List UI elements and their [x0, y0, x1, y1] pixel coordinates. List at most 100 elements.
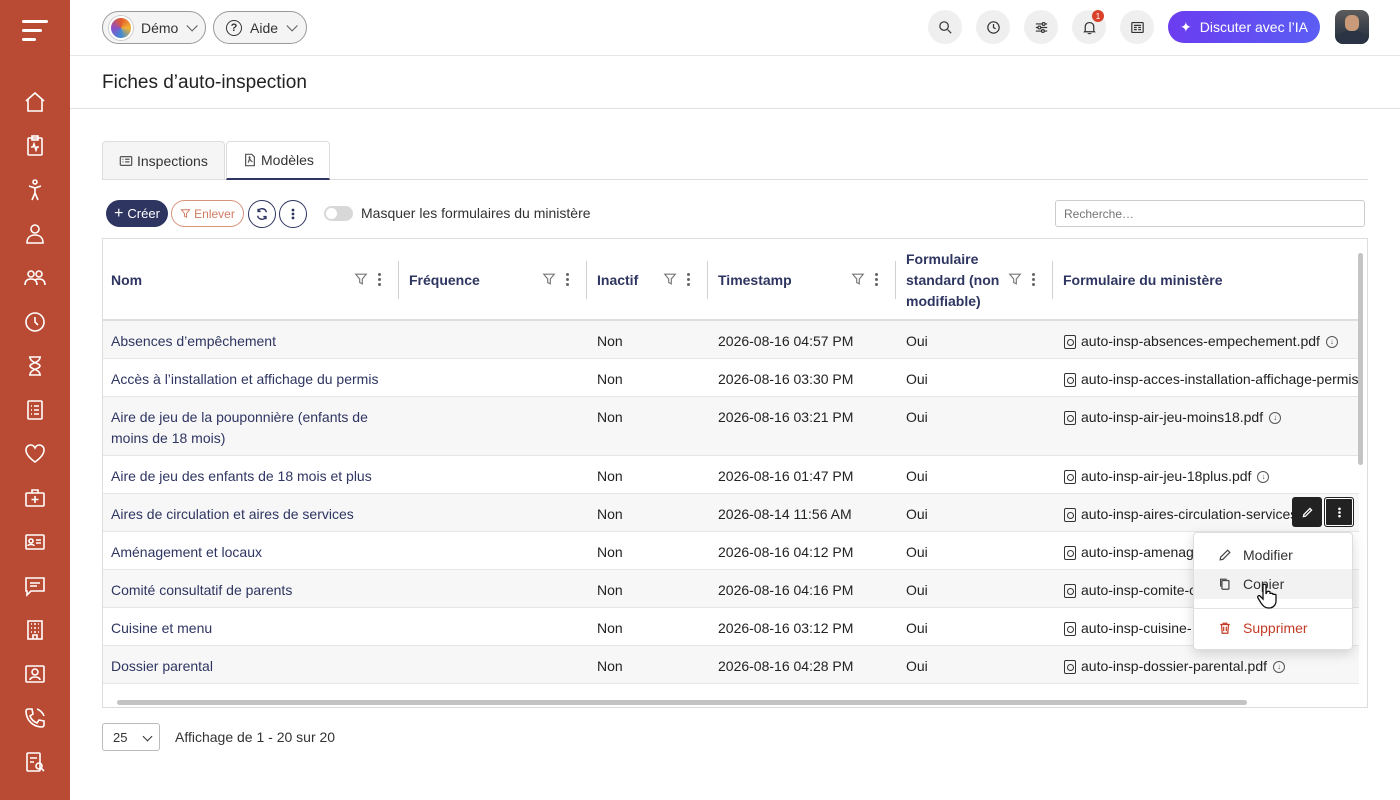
help-menu[interactable]: ? Aide [213, 11, 307, 44]
table-row[interactable]: Cuisine et menu Non 2026-08-16 03:12 PM … [103, 608, 1359, 646]
table-row[interactable]: Absences d’empêchement Non 2026-08-16 04… [103, 321, 1359, 359]
cell-name[interactable]: Cuisine et menu [111, 618, 411, 639]
vertical-scrollbar[interactable] [1358, 253, 1363, 465]
horizontal-scrollbar[interactable] [117, 700, 1247, 705]
column-header-timestamp[interactable]: Timestamp [718, 239, 792, 321]
tab-inspections[interactable]: Inspections [102, 141, 225, 179]
cell-ministry-file[interactable]: auto-insp-comite-c [1064, 580, 1196, 601]
column-menu-icon[interactable] [1031, 272, 1035, 286]
menu-item-edit[interactable]: Modifier [1194, 540, 1352, 570]
file-name: auto-insp-aires-circulation-services [1081, 506, 1298, 522]
cell-ministry-file[interactable]: auto-insp-absences-empechement.pdf ↓ [1064, 331, 1338, 352]
cell-name[interactable]: Comité consultatif de parents [111, 580, 411, 601]
phone-icon[interactable] [22, 705, 48, 731]
download-icon[interactable]: ↓ [1269, 411, 1282, 424]
cell-name[interactable]: Dossier parental [111, 656, 411, 677]
table-row[interactable]: Accès à l’installation et affichage du p… [103, 359, 1359, 397]
cell-ministry-file[interactable]: auto-insp-dossier-parental.pdf ↓ [1064, 656, 1285, 677]
tab-label: Modèles [261, 152, 314, 168]
cell-ministry-file[interactable]: auto-insp-aires-circulation-services [1064, 504, 1297, 525]
column-menu-icon[interactable] [565, 272, 569, 286]
column-header-inactive[interactable]: Inactif [597, 239, 638, 321]
column-header-frequency[interactable]: Fréquence [409, 239, 480, 321]
pdf-file-icon [1064, 545, 1076, 560]
row-menu-button[interactable] [1324, 497, 1354, 527]
checklist-icon[interactable] [22, 397, 48, 423]
demo-selector[interactable]: Démo [102, 11, 206, 44]
filter-icon[interactable] [851, 272, 865, 286]
column-header-name[interactable]: Nom [111, 239, 142, 321]
medical-kit-icon[interactable] [22, 485, 48, 511]
heart-icon[interactable] [22, 441, 48, 467]
news-button[interactable] [1120, 10, 1154, 44]
cell-name[interactable]: Aires de circulation et aires de service… [111, 504, 411, 525]
search-button[interactable] [928, 10, 962, 44]
edit-row-button[interactable] [1292, 497, 1322, 527]
history-button[interactable] [976, 10, 1010, 44]
contact-icon[interactable] [22, 661, 48, 687]
clear-filters-button[interactable]: Enlever [171, 200, 244, 227]
filter-icon[interactable] [542, 272, 556, 286]
menu-item-delete[interactable]: Supprimer [1194, 613, 1352, 643]
cell-name[interactable]: Accès à l’installation et affichage du p… [111, 369, 411, 390]
column-header-ministry[interactable]: Formulaire du ministère [1063, 239, 1222, 321]
table-row[interactable]: Aire de jeu des enfants de 18 mois et pl… [103, 456, 1359, 494]
chevron-down-icon [142, 731, 153, 742]
settings-sliders-button[interactable] [1024, 10, 1058, 44]
cell-standard: Oui [906, 658, 928, 674]
tab-modeles[interactable]: Modèles [226, 141, 330, 180]
cell-standard: Oui [906, 371, 928, 387]
page-size-select[interactable]: 25 [102, 723, 160, 751]
cell-name[interactable]: Absences d’empêchement [111, 331, 391, 352]
pencil-icon [1219, 549, 1231, 561]
cell-name[interactable]: Aménagement et locaux [111, 542, 411, 563]
column-menu-icon[interactable] [377, 272, 381, 286]
filter-icon[interactable] [663, 272, 677, 286]
download-icon[interactable]: ↓ [1273, 660, 1285, 673]
menu-toggle-icon[interactable] [22, 20, 48, 42]
home-icon[interactable] [22, 89, 48, 115]
cell-ministry-file[interactable]: auto-insp-cuisine- [1064, 618, 1192, 639]
cell-name[interactable]: Aire de jeu des enfants de 18 mois et pl… [111, 466, 411, 487]
create-button[interactable]: + Créer [106, 200, 168, 227]
table-row[interactable]: Aires de circulation et aires de service… [103, 494, 1359, 532]
staff-icon[interactable] [22, 221, 48, 247]
table-row[interactable]: Comité consultatif de parents Non 2026-0… [103, 570, 1359, 608]
hourglass-icon[interactable] [22, 353, 48, 379]
notifications-button[interactable]: 1 [1072, 10, 1106, 44]
brand-logo-icon [109, 15, 133, 40]
kebab-icon [1337, 507, 1341, 517]
cell-ministry-file[interactable]: auto-insp-acces-installation-affichage-p… [1064, 369, 1359, 390]
filter-icon[interactable] [354, 272, 368, 286]
building-icon[interactable] [22, 617, 48, 643]
report-icon[interactable] [22, 749, 48, 775]
table-row[interactable]: Dossier parental Non 2026-08-16 04:28 PM… [103, 646, 1359, 684]
group-icon[interactable] [22, 265, 48, 291]
id-card-icon[interactable] [22, 529, 48, 555]
clipboard-pulse-icon[interactable] [22, 133, 48, 159]
child-icon[interactable] [22, 177, 48, 203]
search-input[interactable] [1055, 200, 1365, 227]
refresh-button[interactable] [248, 200, 276, 228]
cell-ministry-file[interactable]: auto-insp-air-jeu-moins18.pdf ↓ [1064, 407, 1282, 428]
table-row[interactable]: Aménagement et locaux Non 2026-08-16 04:… [103, 532, 1359, 570]
cell-ministry-file[interactable]: auto-insp-air-jeu-18plus.pdf ↓ [1064, 466, 1270, 487]
pdf-file-icon [1064, 469, 1076, 484]
hide-ministry-toggle[interactable] [324, 206, 353, 221]
download-icon[interactable]: ↓ [1257, 470, 1270, 483]
download-icon[interactable]: ↓ [1325, 335, 1338, 348]
more-options-button[interactable] [279, 200, 307, 228]
table-row[interactable]: Aire de jeu de la pouponnière (enfants d… [103, 397, 1359, 456]
cell-ministry-file[interactable]: auto-insp-amenag [1064, 542, 1194, 563]
cell-inactive: Non [597, 333, 623, 349]
column-header-standard[interactable]: Formulaire standard (non modifiable) [906, 239, 999, 321]
file-name: auto-insp-cuisine- [1081, 620, 1192, 636]
cell-name[interactable]: Aire de jeu de la pouponnière (enfants d… [111, 407, 386, 449]
filter-icon[interactable] [1008, 272, 1022, 286]
avatar[interactable] [1335, 10, 1369, 44]
ai-chat-button[interactable]: ✦ Discuter avec l’IA [1168, 11, 1320, 43]
clock-icon[interactable] [22, 309, 48, 335]
column-menu-icon[interactable] [874, 272, 878, 286]
message-icon[interactable] [22, 573, 48, 599]
column-menu-icon[interactable] [686, 272, 690, 286]
